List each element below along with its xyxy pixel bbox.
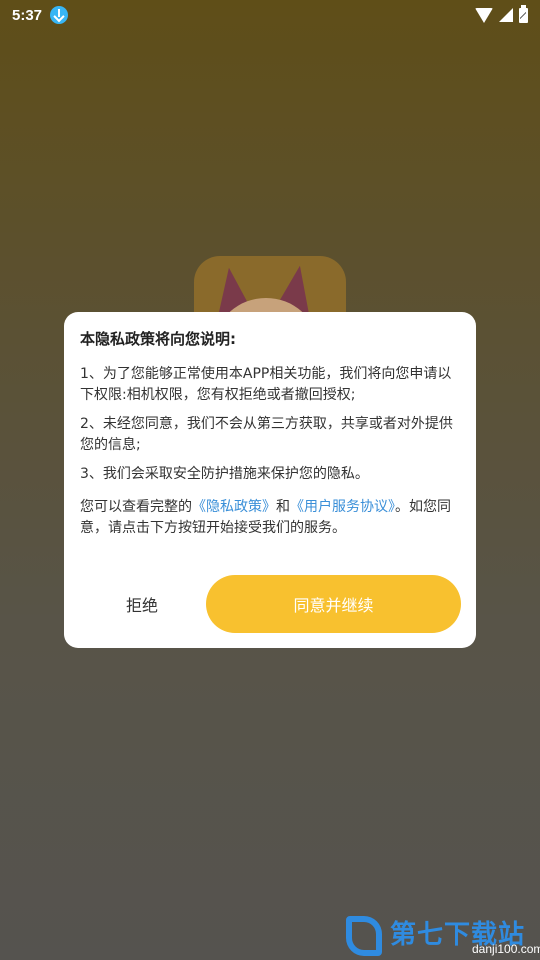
download-icon — [50, 6, 69, 24]
dialog-title: 本隐私政策将向您说明: — [80, 330, 236, 348]
wifi-icon — [475, 7, 493, 23]
notice-prefix: 您可以查看完整的 — [80, 499, 192, 515]
status-icons — [475, 4, 528, 23]
agree-continue-button[interactable]: 同意并继续 — [206, 575, 461, 633]
watermark-url: danji100.com — [472, 942, 540, 956]
privacy-item-1: 1、为了您能够正常使用本APP相关功能，我们将向您申请以下权限:相机权限，您有权… — [80, 366, 452, 403]
notice-and: 和 — [276, 499, 290, 515]
status-time: 5:37 — [12, 6, 43, 24]
watermark-logo-icon — [346, 916, 382, 956]
privacy-policy-link[interactable]: 《隐私政策》 — [192, 499, 276, 515]
reject-button[interactable]: 拒绝 — [80, 575, 204, 633]
battery-icon — [519, 4, 528, 23]
dialog-actions: 拒绝 同意并继续 — [64, 575, 476, 633]
status-bar: 5:37 — [0, 0, 540, 30]
user-agreement-link[interactable]: 《用户服务协议》 — [290, 499, 395, 515]
privacy-notice: 您可以查看完整的《隐私政策》和《用户服务协议》。如您同意，请点击下方按钮开始接受… — [80, 497, 460, 539]
signal-icon — [499, 8, 513, 22]
privacy-dialog: 本隐私政策将向您说明: 1、为了您能够正常使用本APP相关功能，我们将向您申请以… — [64, 312, 476, 648]
watermark: 第七下载站 danji100.com — [342, 912, 540, 960]
privacy-item-2: 2、未经您同意，我们不会从第三方获取，共享或者对外提供您的信息; — [80, 416, 453, 453]
privacy-item-3: 3、我们会采取安全防护措施来保护您的隐私。 — [80, 466, 369, 482]
